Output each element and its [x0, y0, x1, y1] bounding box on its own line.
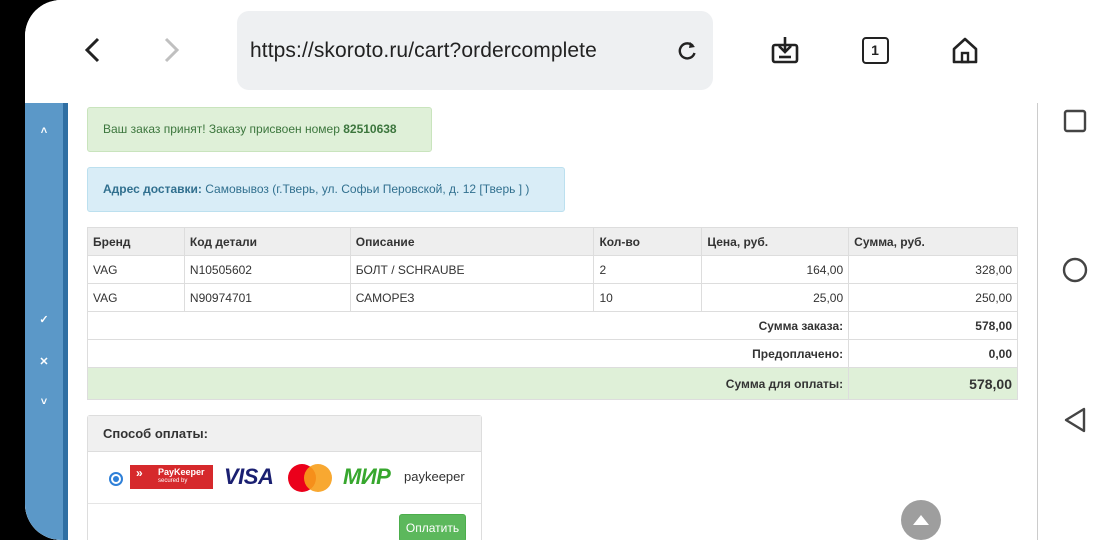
chevron-right-icon [164, 37, 180, 63]
chevron-up-icon[interactable]: ˄ [25, 125, 63, 137]
home-button[interactable] [945, 30, 985, 70]
cell-quantity: 2 [593, 255, 703, 284]
header-description: Описание [349, 227, 595, 256]
cell-sum: 250,00 [848, 283, 1018, 312]
browser-toolbar: https://skoroto.ru/cart?ordercomplete 1 [25, 0, 1110, 103]
delivery-address-alert: Адрес доставки: Самовывоз (г.Тверь, ул. … [87, 167, 565, 212]
delivery-label: Адрес доставки: [103, 182, 202, 196]
to-pay-value: 578,00 [848, 367, 1018, 400]
forward-button[interactable] [151, 30, 191, 70]
address-bar[interactable]: https://skoroto.ru/cart?ordercomplete [237, 11, 713, 90]
mastercard-logo [288, 464, 332, 492]
tab-count: 1 [861, 36, 889, 64]
mir-logo: МИР [343, 464, 391, 489]
page-content: ˄ ✓ ✕ ˅ Ваш заказ принят! Заказу присвое… [25, 103, 1037, 540]
to-pay-label: Сумма для оплаты: [86, 367, 850, 400]
scroll-top-button[interactable] [901, 500, 941, 540]
paykeeper-badge-sub: secured by [158, 478, 188, 484]
order-number: 82510638 [343, 122, 397, 136]
to-pay-row: Сумма для оплаты: 578,00 [86, 367, 1018, 400]
prepaid-row: Предоплачено: 0,00 [86, 339, 1018, 368]
download-button[interactable] [765, 30, 805, 70]
header-price: Цена, руб. [701, 227, 850, 256]
system-nav-bar [1037, 103, 1110, 540]
check-icon[interactable]: ✓ [25, 313, 63, 326]
chevron-left-icon [84, 37, 100, 63]
side-panel-strip: ˄ ✓ ✕ ˅ [25, 103, 68, 540]
cell-code: N10505602 [183, 255, 351, 284]
payment-radio[interactable] [109, 472, 123, 486]
table-row: VAG N10505602 БОЛТ / SCHRAUBE 2 164,00 3… [87, 255, 1018, 284]
success-text: Ваш заказ принят! Заказу присвоен номер [103, 122, 340, 136]
order-total-value: 578,00 [848, 311, 1018, 340]
order-total-label: Сумма заказа: [86, 311, 850, 340]
table-header-row: Бренд Код детали Описание Кол-во Цена, р… [87, 227, 1018, 256]
payment-option[interactable]: » PayKeeper secured by VISA МИР paykeepe… [88, 452, 481, 504]
delivery-value: Самовывоз (г.Тверь, ул. Софьи Перовской,… [205, 182, 530, 196]
back-button[interactable] [73, 30, 113, 70]
circle-icon [1062, 257, 1088, 283]
tabs-button[interactable]: 1 [855, 30, 895, 70]
pay-button[interactable]: Оплатить [399, 514, 466, 540]
header-quantity: Кол-во [593, 227, 703, 256]
chevron-down-icon[interactable]: ˅ [25, 396, 63, 408]
payment-title: Способ оплаты: [88, 416, 481, 452]
cell-quantity: 10 [593, 283, 703, 312]
home-icon [952, 37, 978, 64]
payment-method-panel: Способ оплаты: » PayKeeper secured by VI… [87, 415, 482, 540]
paykeeper-logo: » PayKeeper secured by [130, 465, 213, 489]
header-brand: Бренд [87, 227, 185, 256]
reload-button[interactable] [673, 37, 701, 65]
download-icon [771, 37, 799, 64]
url-text: https://skoroto.ru/cart?ordercomplete [250, 39, 597, 62]
cell-description: БОЛТ / SCHRAUBE [349, 255, 595, 284]
prepaid-value: 0,00 [848, 339, 1018, 368]
browser-screen: https://skoroto.ru/cart?ordercomplete 1 … [25, 0, 1110, 540]
cart-table: Бренд Код детали Описание Кол-во Цена, р… [86, 227, 1018, 400]
prepaid-label: Предоплачено: [86, 339, 850, 368]
order-total-row: Сумма заказа: 578,00 [86, 311, 1018, 340]
cell-sum: 328,00 [848, 255, 1018, 284]
visa-logo: VISA [224, 464, 274, 489]
chevron-up-icon [913, 515, 929, 525]
header-sum: Сумма, руб. [848, 227, 1018, 256]
cell-code: N90974701 [183, 283, 351, 312]
cell-price: 25,00 [701, 283, 850, 312]
triangle-back-icon [1064, 407, 1086, 433]
order-success-alert: Ваш заказ принят! Заказу присвоен номер … [87, 107, 432, 152]
cell-brand: VAG [87, 283, 185, 312]
table-row: VAG N90974701 САМОРЕЗ 10 25,00 250,00 [87, 283, 1018, 312]
double-chevron-icon: » [136, 466, 143, 480]
recents-button[interactable] [1060, 106, 1090, 136]
paykeeper-wordmark: paykeeper [404, 469, 465, 484]
cell-description: САМОРЕЗ [349, 283, 595, 312]
back-system-button[interactable] [1060, 405, 1090, 435]
cell-brand: VAG [87, 255, 185, 284]
header-code: Код детали [183, 227, 351, 256]
paykeeper-badge-text: PayKeeper [158, 467, 205, 477]
close-icon[interactable]: ✕ [25, 355, 63, 368]
home-system-button[interactable] [1060, 255, 1090, 285]
cell-price: 164,00 [701, 255, 850, 284]
square-icon [1063, 109, 1087, 133]
reload-icon [678, 42, 696, 60]
